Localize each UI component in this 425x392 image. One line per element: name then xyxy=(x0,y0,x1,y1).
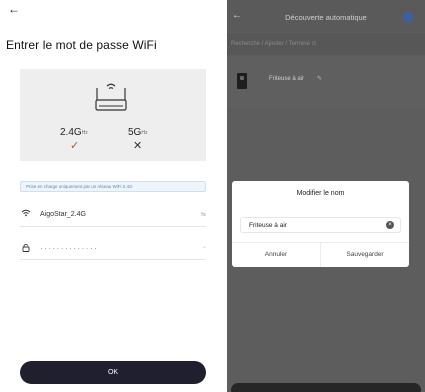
notice-banner: Prise en charge uniquement par un réseau… xyxy=(20,181,206,192)
password-value: ·············· xyxy=(40,243,99,253)
router-icon xyxy=(95,83,127,111)
cross-icon: ✕ xyxy=(133,140,143,152)
switch-network-icon[interactable]: ⇆ xyxy=(196,211,206,218)
back-arrow-icon[interactable]: ← xyxy=(8,2,20,16)
cancel-button[interactable]: Annuler xyxy=(232,243,320,267)
password-field[interactable]: ·············· − xyxy=(20,241,206,255)
save-button[interactable]: Sauvegarder xyxy=(321,243,409,267)
show-password-icon[interactable]: − xyxy=(196,245,206,251)
lock-icon xyxy=(20,243,32,254)
ssid-value: AigoStar_2.4G xyxy=(40,210,86,218)
device-name-input[interactable]: Friteuse à air × xyxy=(240,217,401,233)
router-band-panel: 2.4GHz 5GHz ✓ ✕ xyxy=(20,69,206,161)
wifi-password-screen: ← Entrer le mot de passe WiFi 2.4GHz 5GH… xyxy=(0,0,214,392)
ssid-field[interactable]: AigoStar_2.4G ⇆ xyxy=(20,207,206,221)
page-title: Entrer le mot de passe WiFi xyxy=(6,38,157,52)
band-2-4g-label: 2.4GHz xyxy=(60,127,88,138)
page-title: Découverte automatique xyxy=(285,13,367,22)
dialog-title: Modifier le nom xyxy=(296,190,345,197)
device-name-input-value: Friteuse à air xyxy=(249,222,287,229)
device-name: Friteuse à air xyxy=(269,76,305,82)
rename-dialog: Modifier le nom Friteuse à air × Annuler… xyxy=(232,181,409,267)
check-icon: ✓ xyxy=(70,140,80,152)
header-bar: ← Découverte automatique xyxy=(227,0,425,32)
wifi-icon xyxy=(20,209,32,219)
clear-icon[interactable]: × xyxy=(386,221,394,229)
bottom-button[interactable] xyxy=(231,383,421,392)
edit-icon[interactable]: ✎ xyxy=(317,75,322,82)
scan-indicator-icon[interactable] xyxy=(403,12,413,22)
auto-discovery-screen: ← Découverte automatique Recherche / Ajo… xyxy=(227,0,425,392)
device-row[interactable]: Friteuse à air ✎ xyxy=(227,56,425,108)
ok-button[interactable]: OK xyxy=(20,361,206,384)
divider xyxy=(20,226,206,227)
band-5g-label: 5GHz xyxy=(128,127,148,138)
progress-steps: Recherche / Ajouter / Terminé ⊙ xyxy=(227,33,425,55)
air-fryer-icon xyxy=(237,73,247,89)
divider xyxy=(20,259,206,260)
